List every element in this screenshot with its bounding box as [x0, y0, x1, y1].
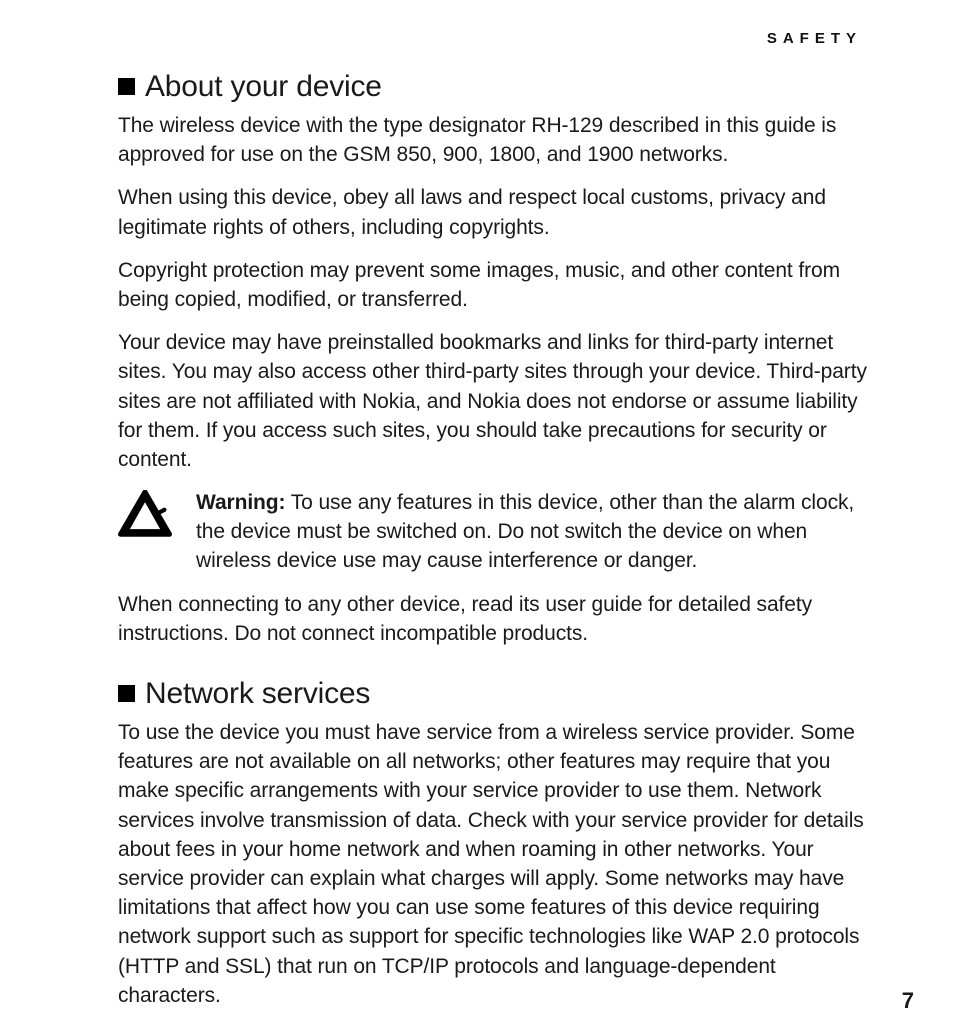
warning-text: Warning: To use any features in this dev… — [196, 488, 874, 576]
running-head: SAFETY — [118, 30, 874, 47]
square-bullet-icon — [118, 685, 135, 702]
square-bullet-icon — [118, 78, 135, 95]
manual-page: SAFETY About your device The wireless de… — [0, 0, 954, 1036]
warning-block: Warning: To use any features in this dev… — [118, 488, 874, 576]
section-title-text: About your device — [145, 70, 382, 103]
warning-triangle-icon — [118, 490, 172, 538]
body-paragraph: Copyright protection may prevent some im… — [118, 256, 874, 314]
warning-label: Warning: — [196, 491, 285, 514]
section-heading-network-services: Network services — [118, 676, 874, 712]
body-paragraph: The wireless device with the type design… — [118, 111, 874, 169]
warning-body: To use any features in this device, othe… — [196, 491, 854, 572]
section-heading-about-your-device: About your device — [118, 69, 874, 105]
body-paragraph: Your device may have preinstalled bookma… — [118, 328, 874, 474]
body-paragraph: To use the device you must have service … — [118, 718, 874, 1010]
body-paragraph: When using this device, obey all laws an… — [118, 183, 874, 241]
body-paragraph: When connecting to any other device, rea… — [118, 590, 874, 648]
section-gap — [118, 662, 874, 676]
section-title-text: Network services — [145, 677, 370, 710]
page-number: 7 — [902, 988, 914, 1014]
